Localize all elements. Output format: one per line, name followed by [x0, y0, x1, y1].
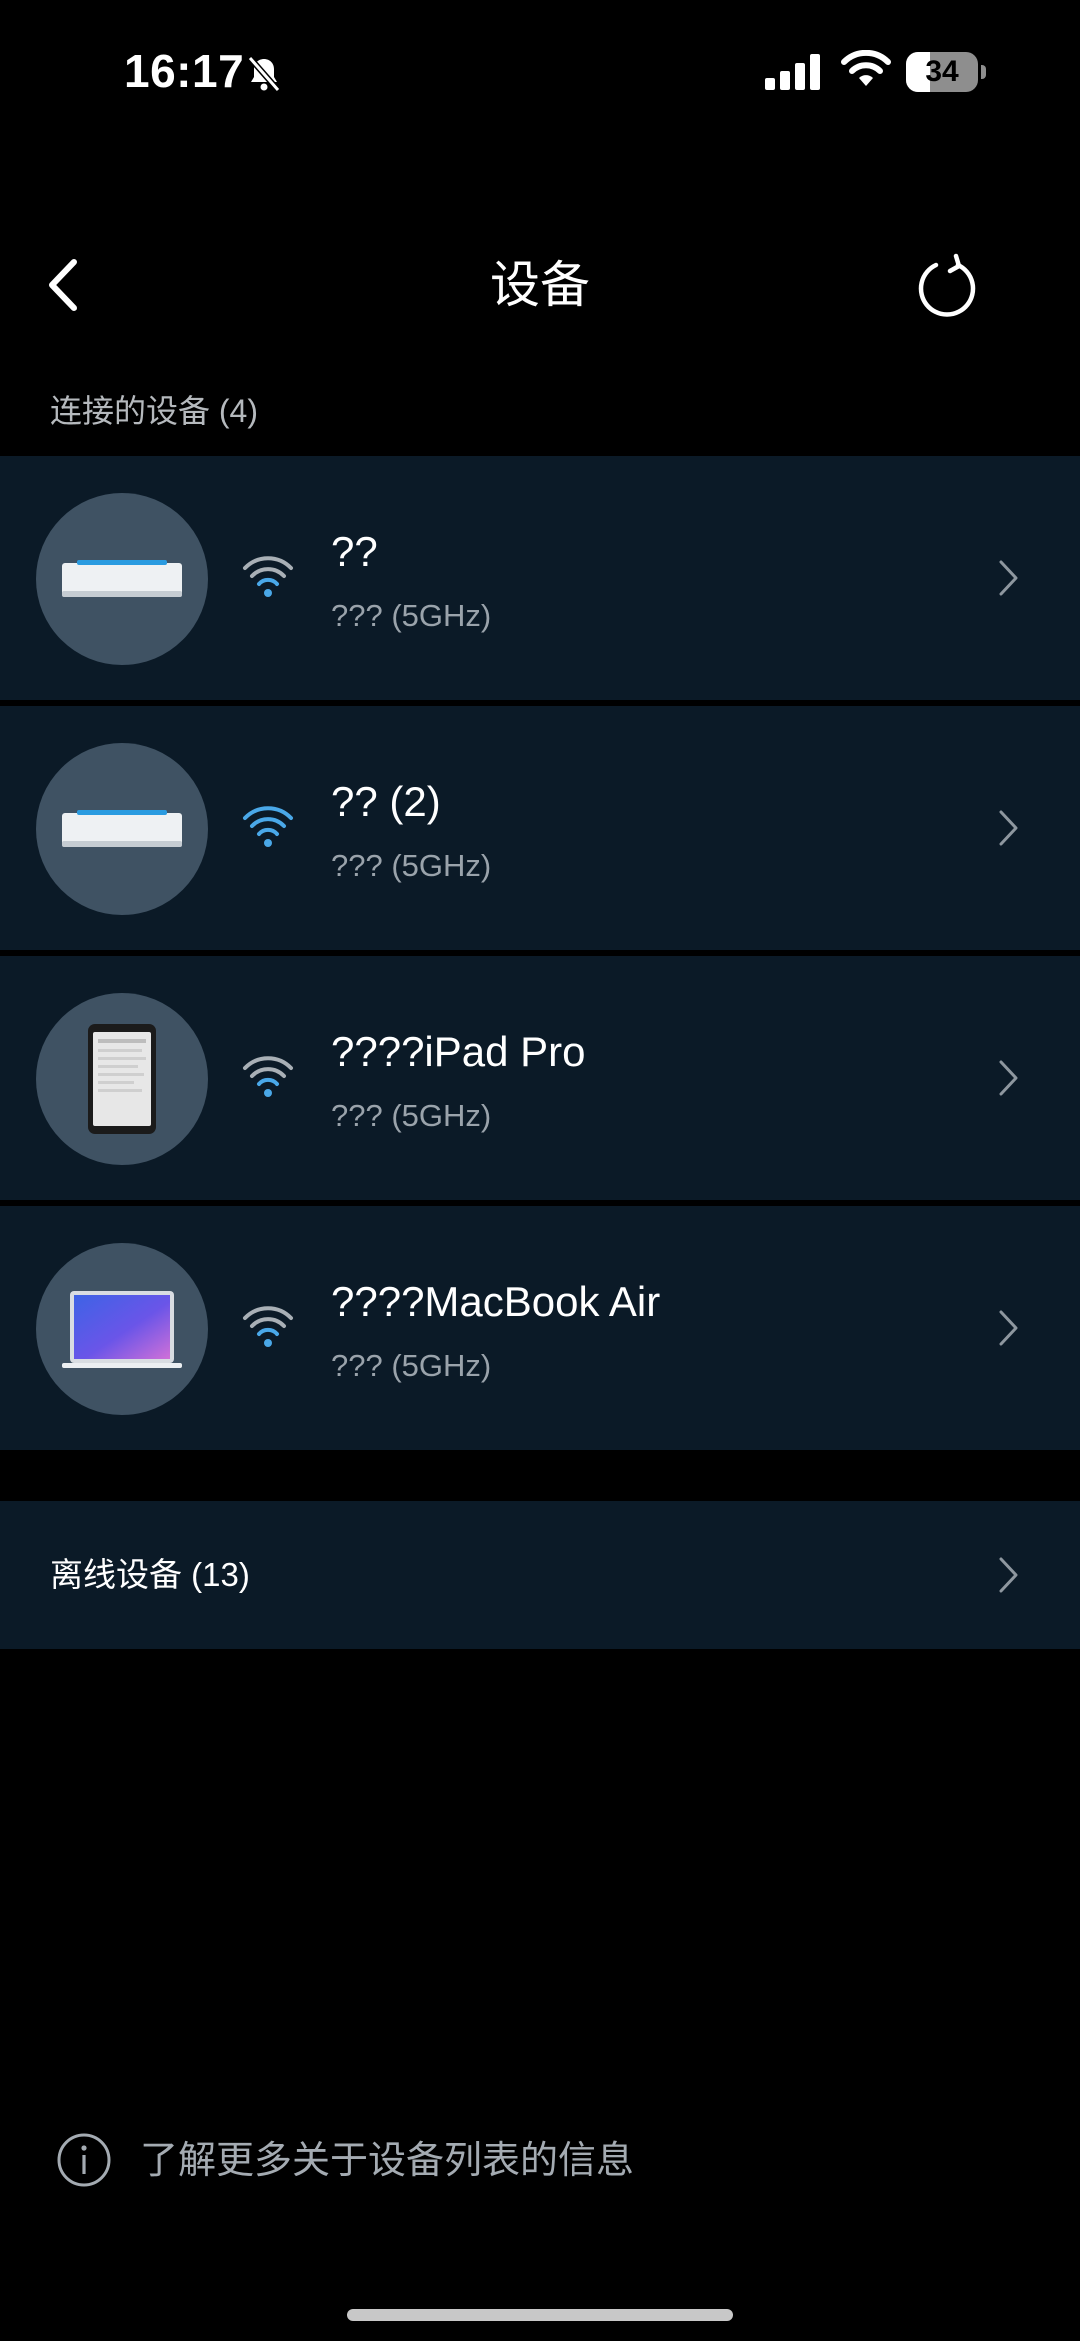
- wifi-icon: [243, 806, 293, 847]
- bell-slash-icon: [247, 56, 281, 92]
- battery-body: 34: [906, 52, 978, 92]
- router-node-icon: [36, 493, 208, 665]
- info-circle-icon: [57, 2133, 111, 2187]
- offline-devices-row[interactable]: 离线设备 (13): [0, 1501, 1080, 1649]
- device-row[interactable]: ????MacBook Air ??? (5GHz): [0, 1206, 1080, 1450]
- tablet-icon: [36, 993, 208, 1165]
- chevron-right-icon: [999, 1310, 1018, 1346]
- wifi-icon: [841, 50, 891, 86]
- device-connection-band: ??? (5GHz): [331, 1348, 492, 1383]
- connected-devices-header: 连接的设备 (4): [50, 393, 259, 429]
- device-name: ????MacBook Air: [331, 1278, 661, 1325]
- wifi-icon: [243, 1056, 293, 1097]
- device-connection-band: ??? (5GHz): [331, 1098, 492, 1133]
- cellular-signal-icon: [765, 54, 820, 90]
- laptop-icon: [36, 1243, 208, 1415]
- device-connection-band: ??? (5GHz): [331, 598, 492, 633]
- chevron-right-icon: [999, 560, 1018, 596]
- wifi-icon: [243, 556, 293, 597]
- chevron-right-icon: [999, 1557, 1018, 1593]
- wifi-icon: [243, 1306, 293, 1347]
- device-name: ?? (2): [331, 778, 441, 825]
- battery-tip: [981, 65, 986, 79]
- battery-icon: 34: [906, 52, 986, 92]
- status-time: 16:17: [124, 45, 245, 97]
- devices-screen: 16:17 34 设备 连接的设备 (4) ?? ??? (5GHz) ?? (…: [0, 0, 1080, 2341]
- chevron-right-icon: [999, 1060, 1018, 1096]
- chevron-right-icon: [999, 810, 1018, 846]
- connected-device-list: ?? ??? (5GHz) ?? (2) ??? (5GHz) ????iPad…: [0, 456, 1080, 1456]
- device-connection-band: ??? (5GHz): [331, 848, 492, 883]
- router-node-icon: [36, 743, 208, 915]
- refresh-icon[interactable]: [912, 252, 982, 322]
- device-row[interactable]: ?? (2) ??? (5GHz): [0, 706, 1080, 950]
- home-indicator[interactable]: [347, 2309, 733, 2321]
- device-row[interactable]: ?? ??? (5GHz): [0, 456, 1080, 700]
- offline-devices-label: 离线设备 (13): [50, 1556, 250, 1593]
- device-name: ??: [331, 528, 378, 575]
- info-link-text: 了解更多关于设备列表的信息: [140, 2140, 635, 2182]
- status-bar: 16:17 34: [0, 0, 1080, 145]
- device-name: ????iPad Pro: [331, 1028, 586, 1075]
- device-row[interactable]: ????iPad Pro ??? (5GHz): [0, 956, 1080, 1200]
- battery-level: 34: [925, 55, 959, 88]
